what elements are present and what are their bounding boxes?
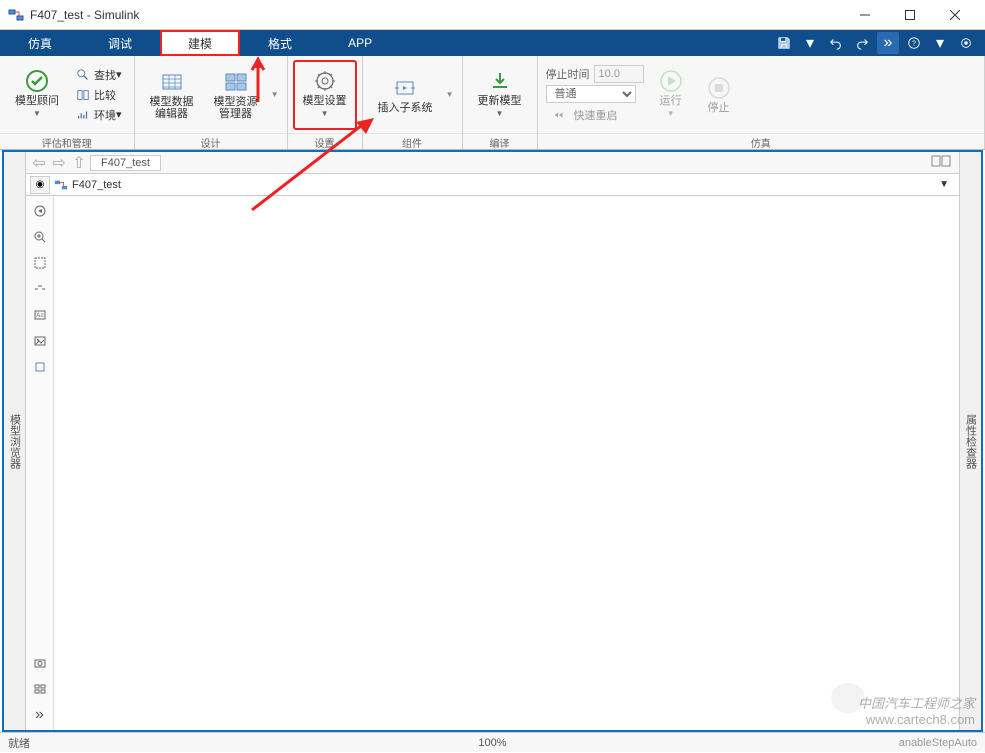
tab-modeling[interactable]: 建模 [160, 30, 240, 56]
save-icon[interactable] [773, 32, 795, 54]
chevron-down-icon: ▼ [667, 108, 675, 120]
expand-palette-button[interactable]: » [26, 702, 53, 728]
watermark: 中国汽车工程师之家 www.cartech8.com [858, 693, 975, 727]
status-solver: anableStepAuto [654, 737, 977, 749]
design-expand-button[interactable]: ▼ [269, 90, 281, 99]
status-ready: 就绪 [8, 735, 331, 751]
path-bar: ◉ F407_test ▼ [26, 174, 959, 196]
group-design: 模型数据 编辑器 模型资源 管理器 ▼ 设计 [135, 56, 288, 149]
help-icon[interactable]: ? [903, 32, 925, 54]
screenshot-button[interactable] [26, 650, 53, 676]
model-browser-tab[interactable]: 模型浏览器 [4, 152, 26, 730]
component-expand-button[interactable]: ▼ [444, 90, 456, 99]
editor-area: 模型浏览器 ⇦ ⇨ ⇧ F407_test ◉ F407_test ▼ A≡ [2, 150, 983, 732]
model-settings-button[interactable]: 模型设置 ▼ [294, 61, 356, 129]
titlebar: F407_test - Simulink [0, 0, 985, 30]
environment-button[interactable]: 环境 ▾ [70, 105, 128, 125]
toolstrip: 模型顾问 ▼ 查找 ▾ 比较 环境 ▾ 评估和管理 模型数据 编辑器 模型资源 … [0, 56, 985, 150]
stop-button[interactable]: 停止 [696, 61, 742, 129]
maximize-button[interactable] [887, 0, 932, 29]
statusbar: 就绪 100% anableStepAuto [0, 732, 985, 752]
find-button[interactable]: 查找 ▾ [70, 65, 128, 85]
expand-icon[interactable]: » [877, 32, 899, 54]
save-dropdown-icon[interactable]: ▾ [799, 32, 821, 54]
help-dropdown-icon[interactable]: ▾ [929, 32, 951, 54]
toggle-sample-time-button[interactable] [26, 276, 53, 302]
simulink-model-icon [54, 178, 68, 192]
window-title: F407_test - Simulink [30, 8, 842, 22]
nav-up-button[interactable]: ⇧ [70, 154, 88, 172]
property-inspector-tab[interactable]: 属性检查器 [959, 152, 981, 730]
viewmarks-button[interactable] [26, 676, 53, 702]
tab-format[interactable]: 格式 [240, 30, 320, 56]
zoom-in-button[interactable] [26, 224, 53, 250]
sim-mode-select[interactable]: 普通 [546, 85, 636, 103]
fit-to-view-button[interactable] [26, 250, 53, 276]
nav-forward-button[interactable]: ⇨ [50, 154, 68, 172]
hide-browser-button[interactable] [26, 198, 53, 224]
model-tab[interactable]: F407_test [90, 155, 161, 171]
stop-time-label: 停止时间 [546, 66, 590, 82]
group-settings: 模型设置 ▼ 设置 [288, 56, 363, 149]
tab-simulation[interactable]: 仿真 [0, 30, 80, 56]
quick-access-bar: ▾ » ? ▾ [773, 30, 985, 56]
chevron-down-icon: ▼ [496, 108, 504, 120]
fast-restart-button[interactable]: 快速重启 [546, 105, 644, 125]
path-root-button[interactable]: ◉ [30, 176, 50, 194]
fullscreen-icon[interactable] [955, 32, 977, 54]
tab-app[interactable]: APP [320, 30, 400, 56]
update-model-button[interactable]: 更新模型 ▼ [469, 61, 531, 129]
svg-text:?: ? [912, 41, 916, 48]
tab-debug[interactable]: 调试 [80, 30, 160, 56]
model-advisor-button[interactable]: 模型顾问 ▼ [6, 61, 68, 129]
insert-subsystem-button[interactable]: 插入子系统 [369, 61, 442, 129]
nav-back-button[interactable]: ⇦ [30, 154, 48, 172]
view-mode-icon[interactable] [931, 154, 951, 172]
model-resource-manager-button[interactable]: 模型资源 管理器 [205, 61, 267, 129]
chevron-down-icon: ▼ [33, 108, 41, 120]
model-canvas[interactable] [54, 196, 959, 730]
tool-palette: A≡ » [26, 196, 54, 730]
close-button[interactable] [932, 0, 977, 29]
undo-icon[interactable] [825, 32, 847, 54]
path-dropdown-button[interactable]: ▼ [933, 179, 955, 190]
path-text[interactable]: F407_test [54, 178, 933, 192]
area-button[interactable] [26, 354, 53, 380]
compare-button[interactable]: 比较 [70, 85, 128, 105]
status-zoom[interactable]: 100% [331, 737, 654, 749]
chevron-down-icon: ▼ [321, 108, 329, 120]
image-button[interactable] [26, 328, 53, 354]
minimize-button[interactable] [842, 0, 887, 29]
redo-icon[interactable] [851, 32, 873, 54]
group-simulation: 停止时间 普通 快速重启 运行 ▼ 停止 仿真 [538, 56, 985, 149]
breadcrumb-bar: ⇦ ⇨ ⇧ F407_test [26, 152, 959, 174]
simulink-icon [8, 7, 24, 23]
svg-text:A≡: A≡ [36, 313, 44, 319]
group-eval: 模型顾问 ▼ 查找 ▾ 比较 环境 ▾ 评估和管理 [0, 56, 135, 149]
group-compile: 更新模型 ▼ 编译 [463, 56, 538, 149]
stop-time-input[interactable] [594, 65, 644, 83]
run-button[interactable]: 运行 ▼ [648, 61, 694, 129]
annotation-button[interactable]: A≡ [26, 302, 53, 328]
toolstrip-tabs: 仿真 调试 建模 格式 APP ▾ » ? ▾ [0, 30, 985, 56]
group-component: 插入子系统 ▼ 组件 [363, 56, 463, 149]
model-data-editor-button[interactable]: 模型数据 编辑器 [141, 61, 203, 129]
